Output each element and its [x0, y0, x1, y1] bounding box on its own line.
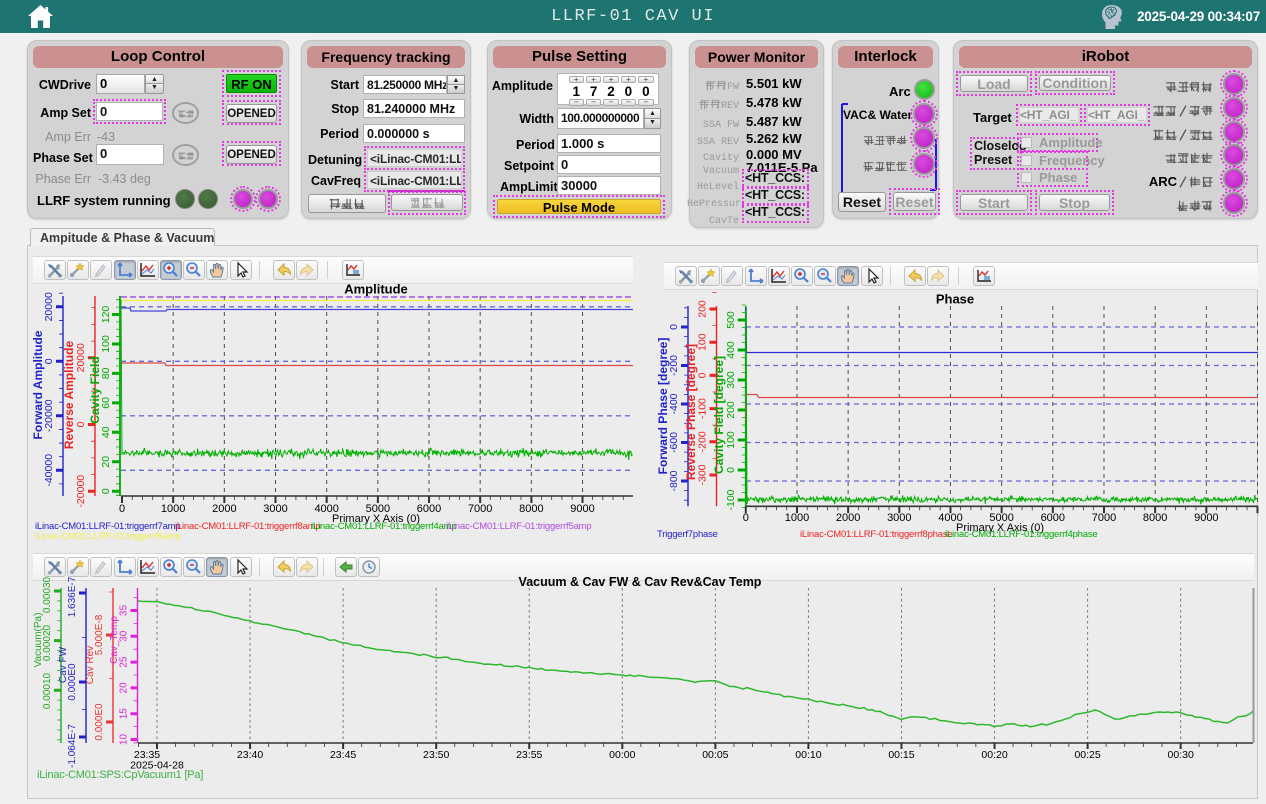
- svg-text:-1.064E-7: -1.064E-7: [67, 724, 78, 768]
- svg-text:23:55: 23:55: [516, 749, 542, 761]
- svg-text:20: 20: [119, 682, 130, 694]
- svg-text:00:20: 00:20: [981, 749, 1007, 761]
- svg-text:25: 25: [119, 656, 130, 668]
- svg-text:00:10: 00:10: [795, 749, 821, 761]
- svg-text:23:50: 23:50: [423, 749, 449, 761]
- svg-text:15: 15: [119, 708, 130, 720]
- svg-text:23:40: 23:40: [237, 749, 263, 761]
- svg-text:0.00010: 0.00010: [42, 672, 53, 709]
- svg-text:00:25: 00:25: [1074, 749, 1100, 761]
- svg-text:10: 10: [119, 734, 130, 746]
- svg-text:0.00030: 0.00030: [42, 576, 53, 613]
- svg-text:00:05: 00:05: [702, 749, 728, 761]
- svg-text:35: 35: [119, 605, 130, 617]
- svg-text:23:45: 23:45: [330, 749, 356, 761]
- svg-text:0.000E0: 0.000E0: [94, 703, 105, 741]
- svg-text:30: 30: [119, 630, 130, 642]
- svg-text:Vacuum(Pa): Vacuum(Pa): [33, 613, 44, 668]
- svg-text:00:00: 00:00: [609, 749, 635, 761]
- svg-text:Vacuum & Cav FW & Cav Rev&Cav: Vacuum & Cav FW & Cav Rev&Cav Temp: [519, 575, 762, 589]
- svg-text:00:30: 00:30: [1168, 749, 1194, 761]
- svg-text:Cav FW: Cav FW: [58, 646, 69, 683]
- svg-text:Cav Rev: Cav Rev: [85, 646, 96, 684]
- svg-text:1.636E-7: 1.636E-7: [67, 576, 78, 617]
- svg-text:Cav_Temp: Cav_Temp: [109, 616, 120, 664]
- svg-text:00:15: 00:15: [888, 749, 914, 761]
